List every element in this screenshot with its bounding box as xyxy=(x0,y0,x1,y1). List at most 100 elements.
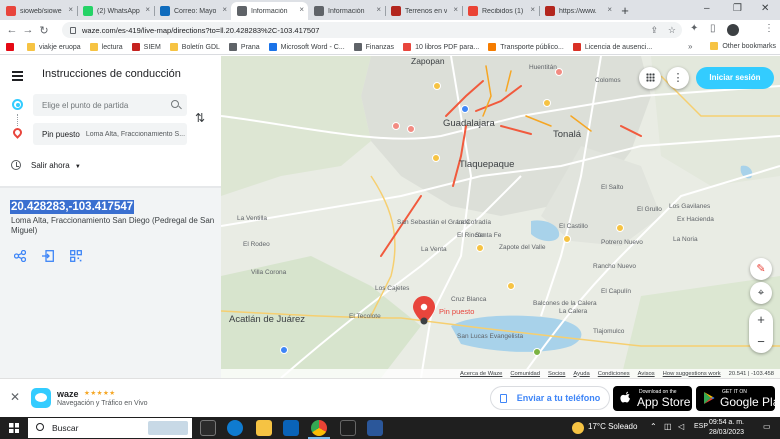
tab-favicon-icon xyxy=(83,6,93,16)
tab-close-icon[interactable]: × xyxy=(453,5,458,14)
map-label: Colomos xyxy=(595,77,621,84)
word-icon[interactable] xyxy=(367,420,383,436)
bookmark-item[interactable]: SIEM xyxy=(131,43,161,51)
more-bookmarks-icon[interactable]: » xyxy=(688,42,692,51)
weather-text[interactable]: 17°C Soleado xyxy=(588,422,637,431)
address-bar[interactable]: waze.com/es-419/live-map/directions?to=l… xyxy=(62,22,682,38)
report-pencil-button[interactable]: ✎ xyxy=(750,258,772,280)
maximize-icon[interactable]: ❐ xyxy=(733,3,742,14)
forward-icon[interactable]: → xyxy=(20,24,36,36)
search-icon[interactable] xyxy=(171,100,179,108)
chrome-icon[interactable] xyxy=(311,420,327,436)
search-highlight-image xyxy=(148,421,188,435)
footer-link[interactable]: Socios xyxy=(548,371,565,377)
send-to-device-icon[interactable] xyxy=(42,250,70,264)
destination-input[interactable]: Pin puesto Loma Alta, Fraccionamiento S.… xyxy=(33,123,187,145)
bookmark-item[interactable]: viakje eruopa xyxy=(27,43,81,51)
reload-icon[interactable]: ↻ xyxy=(36,24,52,37)
tab-close-icon[interactable]: × xyxy=(222,5,227,14)
browser-tab[interactable]: Terrenos en v × xyxy=(385,2,462,20)
send-to-phone-label: Enviar a tu teléfono xyxy=(516,393,601,403)
footer-link[interactable]: Avisos xyxy=(638,371,655,377)
bookmark-item[interactable] xyxy=(6,43,18,51)
browser-tab[interactable]: Información × xyxy=(308,2,385,20)
notifications-icon[interactable]: ▭ xyxy=(763,422,771,431)
bookmark-item[interactable]: Transporte público... xyxy=(488,43,564,51)
browser-tab[interactable]: Recibidos (1) × xyxy=(462,2,539,20)
extensions-icon[interactable]: ✦ xyxy=(690,23,698,34)
profile-avatar[interactable] xyxy=(727,24,739,36)
minimize-icon[interactable]: – xyxy=(704,3,710,14)
tab-close-icon[interactable]: × xyxy=(299,5,304,14)
hamburger-menu-icon[interactable] xyxy=(12,71,23,83)
volume-icon[interactable]: ◁ xyxy=(678,422,684,431)
login-button[interactable]: Iniciar sesión xyxy=(696,67,774,89)
browser-tab[interactable]: (2) WhatsApp × xyxy=(77,2,154,20)
footer-link[interactable]: Comunidad xyxy=(510,371,540,377)
destination-label: Pin puesto xyxy=(42,129,80,139)
browser-tab[interactable]: Correo: Mayo × xyxy=(154,2,231,20)
show-hidden-icons[interactable]: ⌃ xyxy=(650,422,657,431)
zoom-out-button[interactable]: − xyxy=(749,331,773,353)
apps-grid-button[interactable] xyxy=(639,67,661,89)
close-window-icon[interactable]: ✕ xyxy=(761,3,769,14)
file-explorer-icon[interactable] xyxy=(256,420,272,436)
depart-time-selector[interactable]: Salir ahora ▼ xyxy=(31,161,81,170)
more-options-button[interactable]: ⋮ xyxy=(667,67,689,89)
browser-tab[interactable]: sioweb/siowe × xyxy=(0,2,77,20)
footer-link[interactable]: Ayuda xyxy=(573,371,589,377)
share-icon[interactable] xyxy=(13,249,42,264)
locate-me-button[interactable]: ⌖ xyxy=(750,282,772,304)
other-bookmarks[interactable]: Other bookmarks xyxy=(710,42,776,50)
send-to-phone-button[interactable]: Enviar a tu teléfono xyxy=(491,387,609,409)
network-icon[interactable]: ◫ xyxy=(664,422,672,431)
windows-start-icon[interactable] xyxy=(9,423,19,433)
tab-close-icon[interactable]: × xyxy=(68,5,73,14)
bookmark-label: lectura xyxy=(101,43,123,51)
bookmark-item[interactable]: Prana xyxy=(228,43,260,51)
directions-panel: Instrucciones de conducción Elige el pun… xyxy=(0,56,221,378)
taskbar-search[interactable]: Buscar xyxy=(28,418,192,438)
share-icon[interactable]: ⇪ xyxy=(650,25,658,36)
sidepanel-icon[interactable]: ▯ xyxy=(710,23,716,34)
destination-marker-icon xyxy=(11,126,24,139)
start-point-input[interactable]: Elige el punto de partida xyxy=(33,94,187,116)
tab-close-icon[interactable]: × xyxy=(607,5,612,14)
system-clock[interactable]: 09:54 a. m. 28/03/2023 xyxy=(709,418,744,438)
tab-close-icon[interactable]: × xyxy=(145,5,150,14)
new-tab-button[interactable]: + xyxy=(616,2,634,20)
bookmark-item[interactable]: 10 libros PDF para... xyxy=(403,43,479,51)
browser-tab[interactable]: Información × xyxy=(231,2,308,20)
footer-link[interactable]: How suggestions work xyxy=(663,371,721,377)
selected-coordinates[interactable]: 20.428283,-103.417547 xyxy=(10,200,135,214)
back-icon[interactable]: ← xyxy=(4,24,20,36)
map-coordinates: 20.541 | -103.458 xyxy=(728,370,774,377)
bookmark-item[interactable]: lectura xyxy=(89,43,123,51)
bookmark-item[interactable]: Licencia de ausenci... xyxy=(572,43,652,51)
task-view-icon[interactable] xyxy=(200,420,216,436)
footer-link[interactable]: Acerca de Waze xyxy=(460,371,502,377)
language-indicator[interactable]: ESP xyxy=(694,423,708,430)
bookmark-star-icon[interactable]: ☆ xyxy=(668,25,676,36)
menu-kebab-icon[interactable]: ⋮ xyxy=(764,23,774,34)
qr-code-icon[interactable] xyxy=(70,250,98,264)
bookmark-item[interactable]: Boletín GDL xyxy=(169,43,220,51)
tab-close-icon[interactable]: × xyxy=(530,5,535,14)
google-play-button[interactable]: GET IT ON Google Play xyxy=(696,386,780,411)
map-label: El Castillo xyxy=(559,223,588,230)
bookmark-item[interactable]: Microsoft Word - C... xyxy=(268,43,345,51)
weather-sun-icon xyxy=(572,422,584,434)
close-icon[interactable]: ✕ xyxy=(10,390,20,404)
edge-icon[interactable] xyxy=(227,420,243,436)
live-map[interactable]: Zapopan Guadalajara Tlaquepaque Tonalá V… xyxy=(221,56,780,378)
zoom-in-button[interactable]: + xyxy=(749,309,773,331)
app-store-button[interactable]: Download on the App Store xyxy=(613,386,692,411)
app-banner: ✕ waze ★★★★★ Navegación y Tráfico en Viv… xyxy=(0,378,780,417)
footer-link[interactable]: Condiciones xyxy=(598,371,630,377)
bookmark-item[interactable]: Finanzas xyxy=(353,43,394,51)
tab-close-icon[interactable]: × xyxy=(376,5,381,14)
mail-icon[interactable] xyxy=(283,420,299,436)
app-icon[interactable] xyxy=(340,420,356,436)
swap-route-icon[interactable]: ⇅ xyxy=(195,111,205,125)
browser-tab[interactable]: https://www. × xyxy=(539,2,616,20)
